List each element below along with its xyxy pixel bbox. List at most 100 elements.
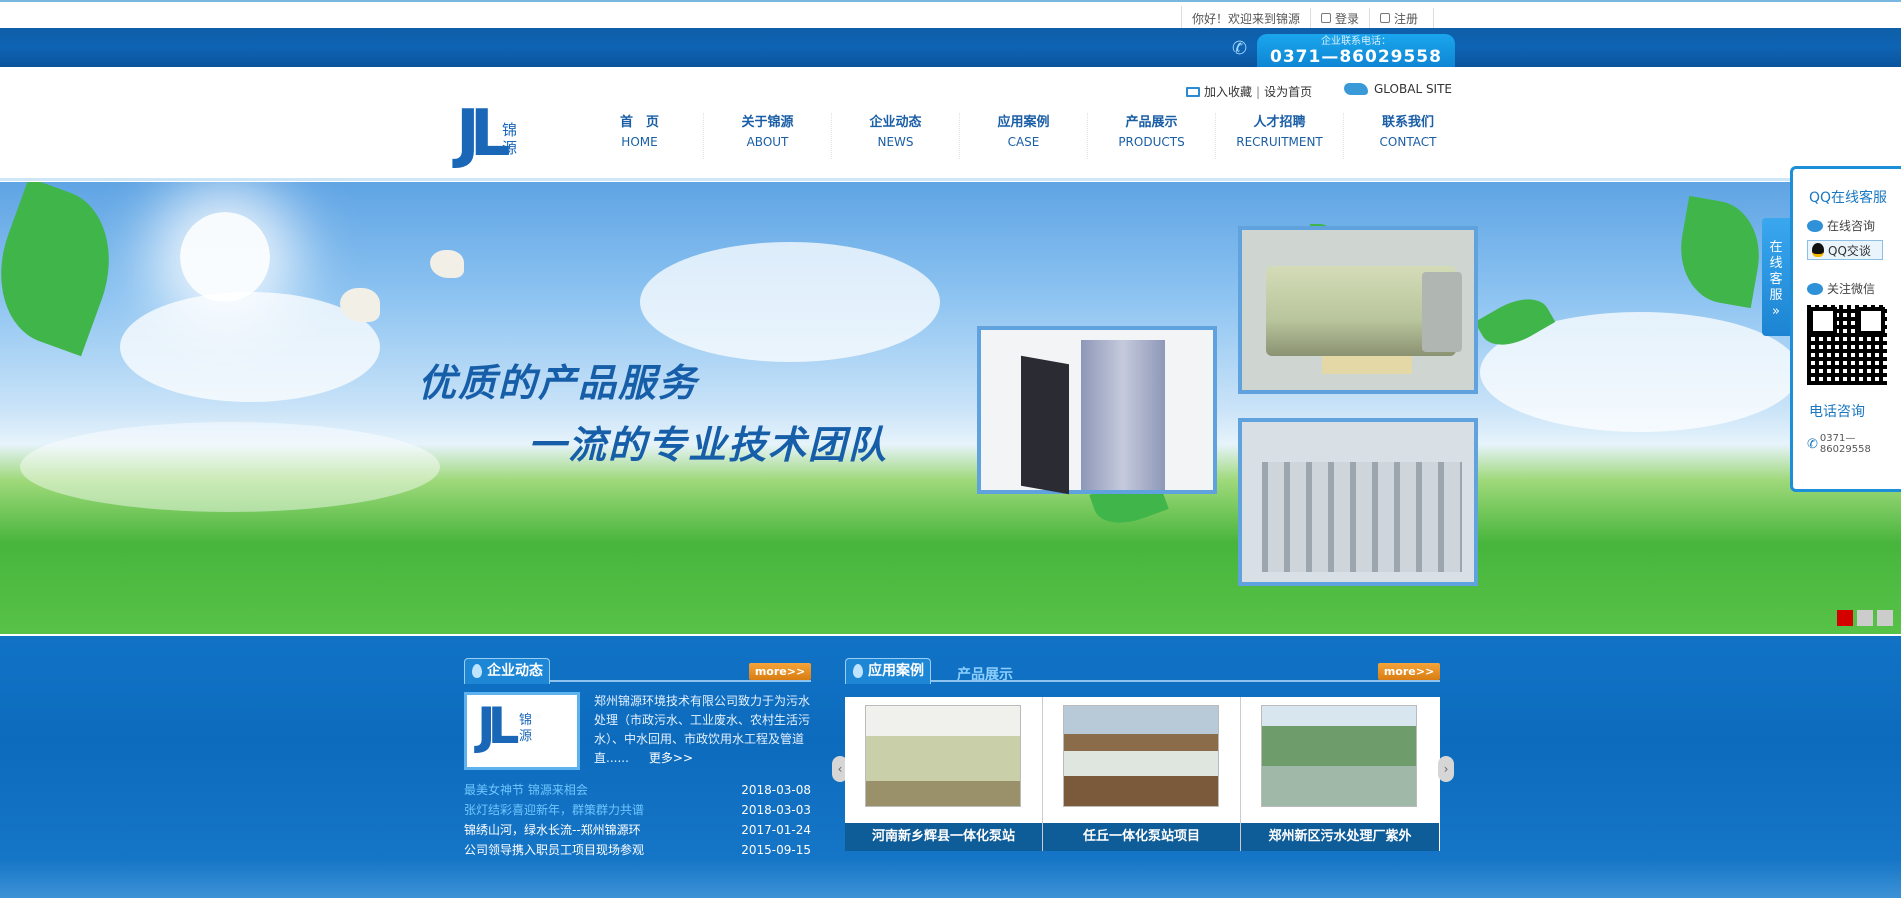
cases-panel-header: 应用案例 产品展示 more>> — [845, 656, 1440, 684]
monitor-icon — [1186, 86, 1200, 97]
dove-image — [340, 288, 380, 322]
wechat-icon — [1807, 282, 1823, 295]
nav-label-cn: 产品展示 — [1125, 115, 1178, 130]
online-service-tab-label: 在线客服 — [1769, 240, 1783, 303]
header: 加入收藏 | 设为首页 GLOBAL SITE JL 锦源 首 页 HOME 关于… — [0, 67, 1901, 181]
separator: | — [1256, 84, 1261, 99]
logo[interactable]: JL 锦源 — [456, 101, 542, 179]
globe-icon — [1344, 83, 1368, 95]
top-bar: 你好！欢迎来到锦源 登录 注册 — [0, 0, 1901, 30]
welcome-text: 你好！欢迎来到锦源 — [1182, 8, 1312, 28]
nav-label-cn: 首 页 — [619, 115, 659, 130]
pipes — [1262, 462, 1462, 572]
phone-icon: ✆ — [1807, 436, 1818, 452]
nav-label-en: HOME — [621, 135, 658, 149]
intro-more-link[interactable]: 更多>> — [649, 751, 693, 765]
qq-service-panel: QQ在线客服 在线咨询 QQ交谈 关注微信 电话咨询 ✆ 0371—8602955… — [1790, 166, 1901, 492]
case-caption: 任丘一体化泵站项目 — [1043, 823, 1240, 851]
key-icon — [1321, 13, 1332, 23]
news-date: 2015-09-15 — [741, 843, 811, 857]
case-caption: 郑州新区污水处理厂紫外 — [1241, 823, 1439, 851]
case-item[interactable]: 郑州新区污水处理厂紫外 — [1241, 697, 1439, 851]
chevron-right-icon: » — [1772, 304, 1780, 319]
news-title: 最美女神节 锦源来相会 — [464, 783, 588, 797]
news-item[interactable]: 锦绣山河，绿水长流--郑州锦源环 2017-01-24 — [464, 820, 811, 840]
news-title: 锦绣山河，绿水长流--郑州锦源环 — [464, 823, 641, 837]
case-item[interactable]: 任丘一体化泵站项目 — [1043, 697, 1241, 851]
news-date: 2017-01-24 — [741, 823, 811, 837]
online-consult[interactable]: 在线咨询 — [1807, 217, 1901, 234]
cases-tab[interactable]: 应用案例 — [845, 658, 931, 684]
news-list: 最美女神节 锦源来相会 2018-03-08 张灯结彩喜迎新年，群策群力共谱 201… — [464, 780, 811, 860]
nav-case[interactable]: 应用案例 CASE — [960, 113, 1088, 159]
nav-label-en: CONTACT — [1379, 135, 1437, 149]
nav-recruitment[interactable]: 人才招聘 RECRUITMENT — [1216, 113, 1344, 159]
water-drop-icon — [472, 664, 482, 678]
wechat-qr-code — [1807, 305, 1887, 385]
news-item[interactable]: 公司领导携入职员工项目现场参观 2015-09-15 — [464, 840, 811, 860]
online-service-tab[interactable]: 在线客服 » — [1762, 218, 1790, 336]
case-image — [1063, 705, 1219, 807]
qq-chat-label: QQ交谈 — [1828, 243, 1871, 258]
chat-bubble-icon — [1807, 219, 1823, 232]
news-date: 2018-03-08 — [741, 783, 811, 797]
qq-chat-button[interactable]: QQ交谈 — [1807, 240, 1883, 260]
pallet — [1322, 356, 1412, 374]
cases-tab-label: 应用案例 — [868, 663, 924, 679]
cases-more-button[interactable]: more>> — [1378, 663, 1440, 680]
wechat-follow[interactable]: 关注微信 — [1807, 280, 1901, 297]
logo-mark: JL — [456, 97, 511, 171]
nav-label-cn: 应用案例 — [997, 115, 1050, 130]
news-tab-label: 企业动态 — [487, 663, 543, 679]
nav-label-en: NEWS — [877, 135, 914, 149]
news-panel-header: 企业动态 more>> — [464, 656, 811, 684]
phone-box: 企业联系电话： 0371—86029558 — [1257, 34, 1455, 67]
logo-text: 锦源 — [519, 713, 533, 744]
register-link[interactable]: 注册 — [1370, 8, 1435, 28]
tank — [1266, 266, 1462, 356]
favorites-links: 加入收藏 | 设为首页 — [1186, 83, 1312, 100]
slide-indicators — [1837, 610, 1893, 626]
top-links: 你好！欢迎来到锦源 登录 注册 — [1181, 6, 1435, 30]
nav-label-cn: 关于锦源 — [741, 115, 794, 130]
nav-products[interactable]: 产品展示 PRODUCTS — [1088, 113, 1216, 159]
nav-label-cn: 企业动态 — [869, 115, 922, 130]
qq-panel-title: QQ在线客服 — [1809, 190, 1888, 206]
cases-next-arrow[interactable]: › — [1438, 756, 1454, 782]
banner-slogan-2: 一流的专业技术团队 — [528, 423, 889, 467]
nav-contact[interactable]: 联系我们 CONTACT — [1344, 113, 1472, 159]
membrane-panel — [1021, 355, 1069, 495]
company-intro: 郑州锦源环境技术有限公司致力于为污水处理（市政污水、工业废水、农村生活污水）、中… — [594, 692, 812, 768]
nav-about[interactable]: 关于锦源 ABOUT — [704, 113, 832, 159]
news-more-button[interactable]: more>> — [749, 663, 811, 680]
slide-dot[interactable] — [1837, 610, 1853, 626]
case-item[interactable]: 河南新乡辉县一体化泵站 — [845, 697, 1043, 851]
phone-consult-title: 电话咨询 — [1809, 404, 1865, 420]
slide-dot[interactable] — [1857, 610, 1873, 626]
news-date: 2018-03-03 — [741, 803, 811, 817]
phone-number: 0371—86029558 — [1270, 47, 1442, 67]
add-favorite-link[interactable]: 加入收藏 — [1204, 83, 1252, 100]
leaf-image — [1671, 195, 1769, 309]
products-tab[interactable]: 产品展示 — [957, 664, 1013, 684]
company-intro-text: 郑州锦源环境技术有限公司致力于为污水处理（市政污水、工业废水、农村生活污水）、中… — [594, 694, 811, 765]
case-image — [1261, 705, 1417, 807]
wechat-follow-label: 关注微信 — [1827, 282, 1876, 296]
nav-label-en: RECRUITMENT — [1236, 135, 1323, 149]
set-homepage-link[interactable]: 设为首页 — [1264, 83, 1312, 100]
news-thumbnail[interactable]: JL 锦源 — [464, 692, 580, 770]
news-tab[interactable]: 企业动态 — [464, 658, 550, 684]
slide-dot[interactable] — [1877, 610, 1893, 626]
hero-banner[interactable]: 优质的产品服务 一流的专业技术团队 — [0, 182, 1901, 634]
tank-end — [1422, 272, 1462, 352]
sun — [180, 212, 270, 302]
phone-icon: ✆ — [1232, 38, 1248, 59]
news-item[interactable]: 张灯结彩喜迎新年，群策群力共谱 2018-03-03 — [464, 800, 811, 820]
qq-penguin-icon — [1812, 243, 1824, 257]
nav-news[interactable]: 企业动态 NEWS — [832, 113, 960, 159]
news-item[interactable]: 最美女神节 锦源来相会 2018-03-08 — [464, 780, 811, 800]
nav-home[interactable]: 首 页 HOME — [576, 113, 704, 159]
product-image-tank — [1238, 226, 1478, 394]
login-link[interactable]: 登录 — [1311, 8, 1371, 28]
global-site-link[interactable]: GLOBAL SITE — [1344, 82, 1452, 96]
